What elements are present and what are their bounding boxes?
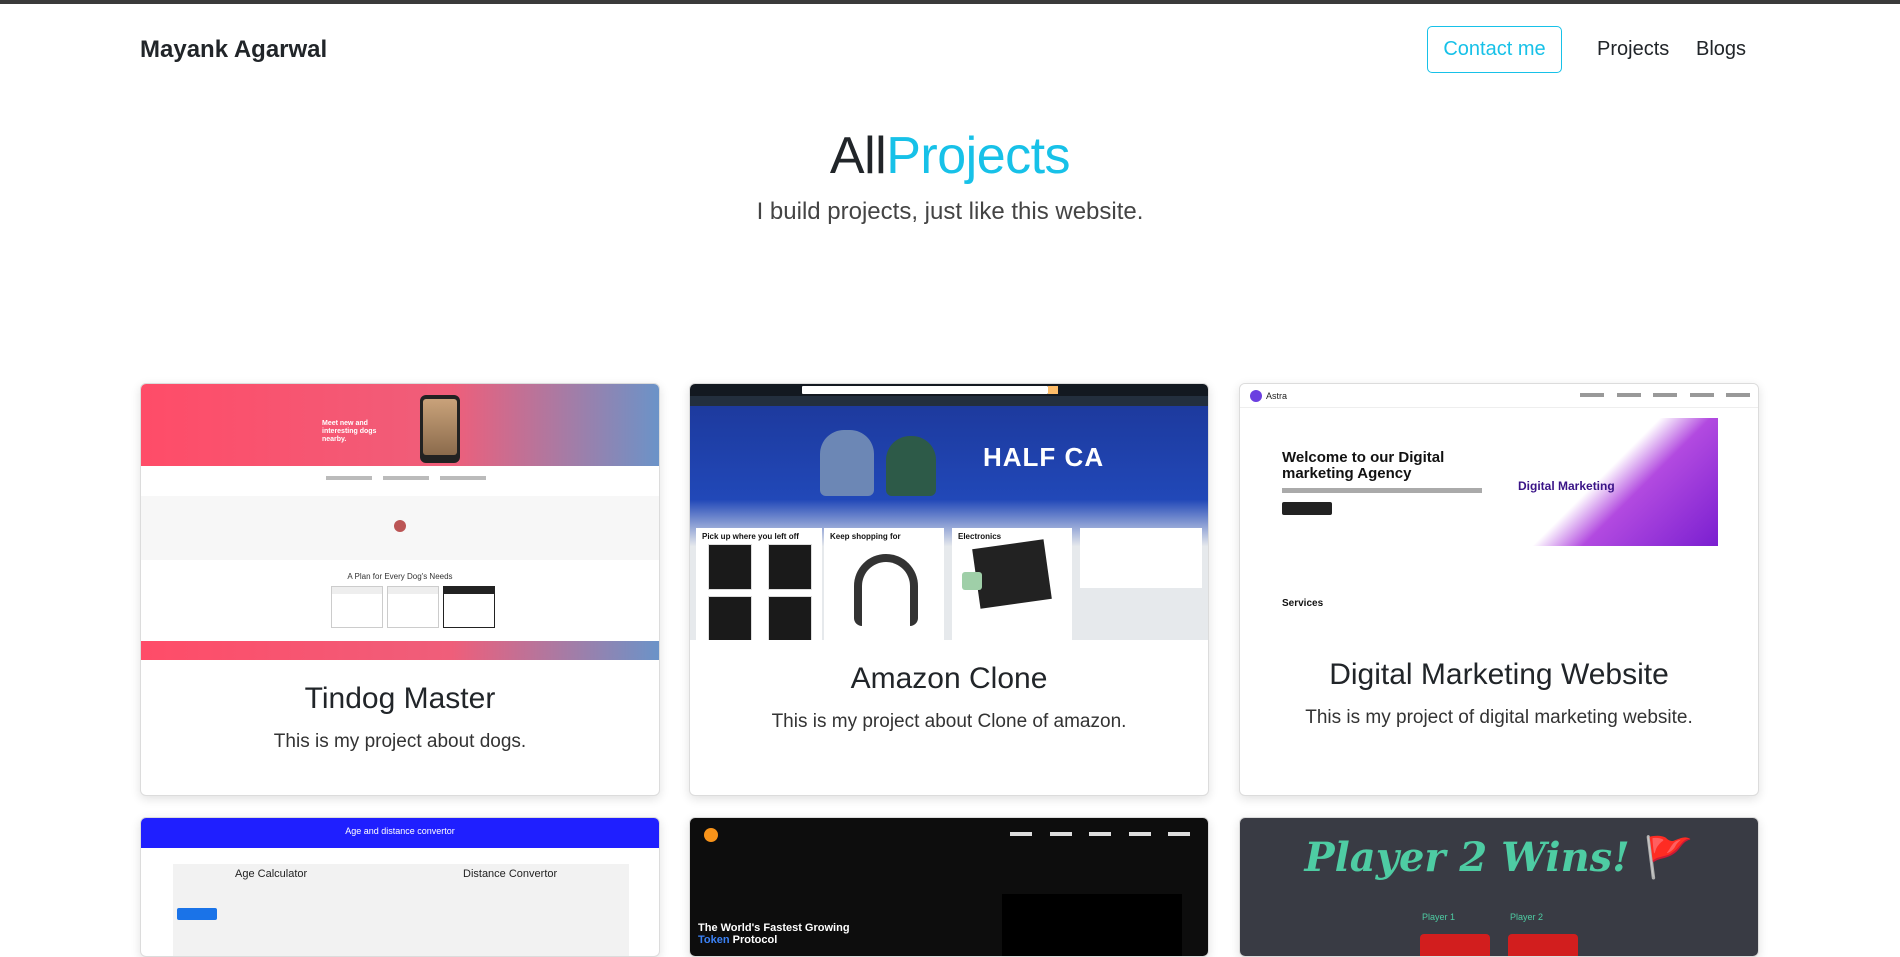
thumb-headline-accent: Token xyxy=(698,934,730,946)
thumb-product-box: Keep shopping for xyxy=(824,528,944,640)
project-thumbnail: HALF CA Pick up where you left off Keep … xyxy=(690,384,1208,640)
thumb-banner-person xyxy=(820,430,874,496)
thumb-age-title: Age Calculator xyxy=(235,868,308,880)
page-title-plain: All xyxy=(829,127,887,185)
thumb-nav-links xyxy=(1010,832,1190,836)
thumb-plan-card xyxy=(387,586,439,628)
dice-icon xyxy=(1508,934,1578,956)
nav-link-projects[interactable]: Projects xyxy=(1597,38,1669,61)
project-thumbnail: The World's Fastest Growing Token Protoco… xyxy=(690,818,1208,956)
bitcoin-icon xyxy=(704,828,718,842)
thumb-product-box: Pick up where you left off xyxy=(696,528,822,640)
thumb-search-bar xyxy=(802,386,1048,394)
thumb-headline: Welcome to our Digital marketing Agency xyxy=(1282,449,1445,482)
thumb-dog-photo xyxy=(423,399,457,455)
thumb-services-heading: Services xyxy=(1282,598,1324,609)
project-card-digital-marketing[interactable]: Astra Welcome to our Digital marketing A… xyxy=(1239,383,1759,796)
project-description: This is my project about dogs. xyxy=(273,731,527,752)
thumb-phone-image xyxy=(420,395,460,463)
thumb-panel xyxy=(1002,894,1182,956)
thumb-hero-text: Digital Marketing xyxy=(1518,479,1615,493)
project-title: Tindog Master xyxy=(304,682,496,715)
project-title: Digital Marketing Website xyxy=(1329,658,1669,691)
thumb-get-started-button xyxy=(1282,502,1332,515)
contact-me-button[interactable]: Contact me xyxy=(1427,26,1562,73)
thumb-feature xyxy=(440,476,486,480)
project-thumbnail: Meet new and interesting dogs nearby. A … xyxy=(141,384,659,660)
thumb-product-box xyxy=(1080,528,1202,588)
thumb-header: Age and distance convertor xyxy=(141,818,659,848)
thumb-amazon-header xyxy=(690,384,1208,396)
navbar: Mayank Agarwal Contact me Projects Blogs xyxy=(0,4,1900,96)
brand-name[interactable]: Mayank Agarwal xyxy=(140,36,327,64)
thumb-headline: Meet new and interesting dogs nearby. xyxy=(322,420,377,443)
thumb-box-title: Keep shopping for xyxy=(830,532,901,541)
project-card-age-calculator[interactable]: Age and distance convertor Age Calculato… xyxy=(140,817,660,957)
thumb-player-label: Player 1 xyxy=(1422,912,1456,922)
headphones-icon xyxy=(854,554,918,626)
thumb-features xyxy=(326,476,486,482)
thumb-nav-links xyxy=(1580,393,1750,397)
thumb-product-box: Electronics xyxy=(952,528,1072,640)
project-card-dice-game[interactable]: Player 2 Wins! 🚩 Player 1 Player 2 xyxy=(1239,817,1759,957)
thumb-body: Age Calculator Distance Convertor xyxy=(173,864,629,956)
project-card-amazon[interactable]: HALF CA Pick up where you left off Keep … xyxy=(689,383,1209,796)
thumb-plan-card xyxy=(443,586,495,628)
thumb-plan-card xyxy=(331,586,383,628)
thumb-avatar xyxy=(394,520,406,532)
thumb-banner-text: HALF CA xyxy=(983,442,1105,472)
thumb-feature xyxy=(326,476,372,480)
page-title-accent: Projects xyxy=(886,127,1071,185)
thumb-headline: The World's Fastest Growing Token Protoco… xyxy=(698,922,850,946)
project-title: Amazon Clone xyxy=(850,662,1048,695)
page-title: AllProjects xyxy=(0,126,1900,186)
thumb-player-label: Player 2 xyxy=(1510,912,1544,922)
thumb-banner: HALF CA Pick up where you left off Keep … xyxy=(690,406,1208,640)
thumb-hero-image: Digital Marketing xyxy=(1508,418,1718,546)
thumb-footer-band xyxy=(141,641,659,660)
thumb-paragraph xyxy=(1282,488,1482,493)
project-card-tindog[interactable]: Meet new and interesting dogs nearby. A … xyxy=(140,383,660,796)
laptop-icon xyxy=(972,539,1052,609)
thumb-headline-line1: The World's Fastest Growing xyxy=(698,922,850,934)
thumb-product-grid xyxy=(708,544,812,640)
thumb-banner-person xyxy=(886,436,936,496)
project-thumbnail: Player 2 Wins! 🚩 Player 1 Player 2 xyxy=(1240,818,1758,956)
thumb-amazon-subnav xyxy=(690,396,1208,406)
thumb-testimonial xyxy=(141,496,659,560)
page-subtitle: I build projects, just like this website… xyxy=(756,198,1144,225)
thumb-brand: Astra xyxy=(1266,391,1288,401)
camera-icon xyxy=(962,572,982,590)
thumb-hero-band xyxy=(141,384,659,466)
nav-link-blogs[interactable]: Blogs xyxy=(1696,38,1746,61)
project-thumbnail: Age and distance convertor Age Calculato… xyxy=(141,818,659,956)
thumb-body: A Plan for Every Dog's Needs xyxy=(141,466,659,658)
project-thumbnail: Astra Welcome to our Digital marketing A… xyxy=(1240,384,1758,636)
thumb-navbar: Astra xyxy=(1240,384,1758,408)
thumb-distance-title: Distance Convertor xyxy=(463,868,558,880)
astra-logo-icon xyxy=(1250,390,1262,402)
thumb-box-title: Electronics xyxy=(958,532,1002,541)
thumb-feature xyxy=(383,476,429,480)
project-description: This is my project about Clone of amazon… xyxy=(771,711,1127,732)
thumb-box-title: Pick up where you left off xyxy=(702,532,799,541)
thumb-winner-banner: Player 2 Wins! 🚩 xyxy=(1240,834,1758,881)
project-card-token-protocol[interactable]: The World's Fastest Growing Token Protoco… xyxy=(689,817,1209,957)
thumb-search-icon xyxy=(1048,386,1058,394)
flag-icon: 🚩 xyxy=(1643,834,1694,881)
thumb-headline-line2: Protocol xyxy=(729,934,778,946)
project-description: This is my project of digital marketing … xyxy=(1305,707,1693,728)
dice-icon xyxy=(1420,934,1490,956)
thumb-calculate-button xyxy=(177,908,217,920)
thumb-winner-text: Player 2 Wins! xyxy=(1304,834,1644,881)
thumb-pricing-title: A Plan for Every Dog's Needs xyxy=(347,572,453,581)
